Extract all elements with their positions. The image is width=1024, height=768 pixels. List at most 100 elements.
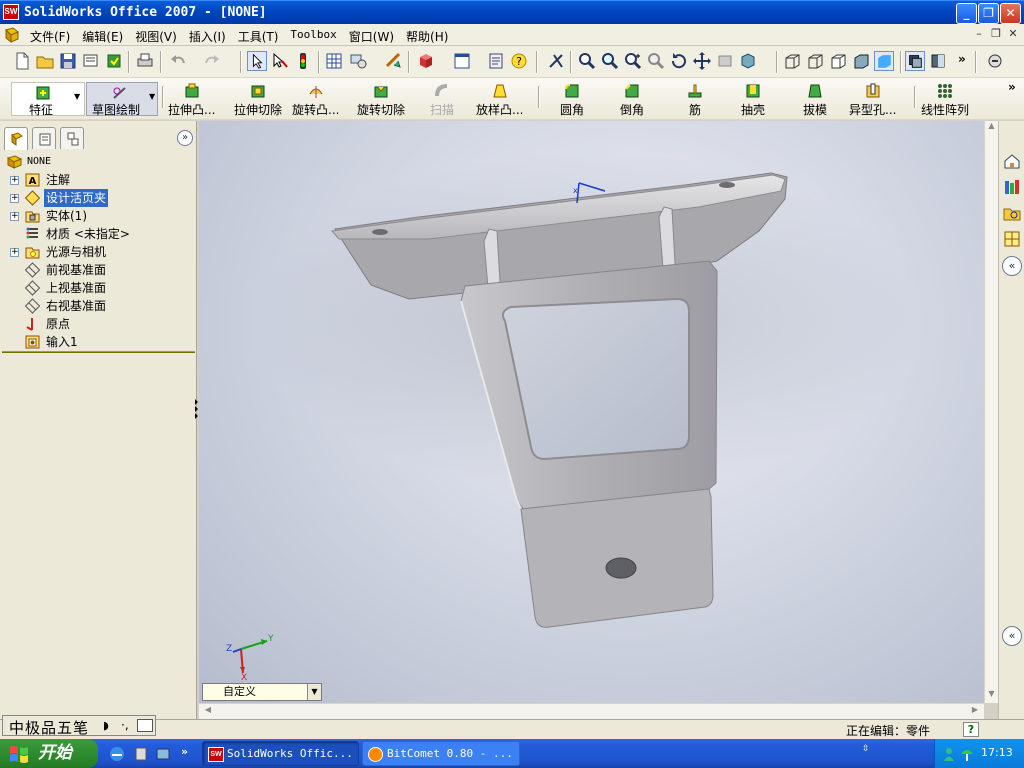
- tree-node-design-binder[interactable]: + 设计活页夹: [2, 189, 195, 207]
- tree-root[interactable]: NONE: [2, 153, 195, 171]
- tree-node-front-plane[interactable]: 前视基准面: [2, 261, 195, 279]
- ime-keyboard-icon[interactable]: [137, 719, 153, 732]
- previous-view-icon[interactable]: [715, 51, 735, 71]
- features-dropdown-icon[interactable]: ▼: [74, 92, 80, 101]
- zoom-to-fit-icon[interactable]: [577, 51, 597, 71]
- dropdown-arrow-icon[interactable]: ▼: [307, 684, 321, 700]
- hole-wizard-button[interactable]: 异型孔...: [849, 80, 896, 118]
- section-view-icon[interactable]: [928, 51, 948, 71]
- tray-arrow-icon[interactable]: ⇳: [862, 744, 870, 754]
- tree-node-origin[interactable]: 原点: [2, 315, 195, 333]
- start-button[interactable]: 开始: [0, 739, 98, 768]
- select-arrow-icon[interactable]: [247, 51, 267, 71]
- loft-button[interactable]: 放样凸...: [476, 80, 523, 118]
- fillet-button[interactable]: 圆角: [560, 80, 584, 118]
- shaded-with-edges-icon[interactable]: [851, 51, 871, 71]
- menu-insert[interactable]: 插入(I): [183, 27, 232, 46]
- messenger-icon[interactable]: [941, 746, 957, 762]
- file-explorer-icon[interactable]: [1002, 203, 1022, 223]
- taskbar-item-bitcomet[interactable]: BitComet 0.80 - ...: [362, 741, 520, 766]
- tree-node-imported1[interactable]: 输入1: [2, 333, 195, 351]
- solidworks-app-icon[interactable]: SW: [3, 4, 19, 20]
- view-orientation-dropdown[interactable]: 自定义 ▼: [202, 683, 322, 701]
- zoom-to-selection-icon[interactable]: [646, 51, 666, 71]
- expand-task-pane-chevron-icon[interactable]: «: [1002, 626, 1022, 646]
- shell-button[interactable]: 抽壳: [741, 80, 765, 118]
- zoom-in-out-icon[interactable]: [623, 51, 643, 71]
- hidden-lines-removed-icon[interactable]: [828, 51, 848, 71]
- tab-feature-manager[interactable]: [4, 127, 28, 150]
- horizontal-scrollbar[interactable]: ◀ ▶: [199, 703, 984, 719]
- vertical-scrollbar[interactable]: ▲ ▼: [984, 121, 998, 703]
- new-document-icon[interactable]: [12, 51, 32, 71]
- title-bar[interactable]: SW SolidWorks Office 2007 - [NONE] _ ❐ ✕: [0, 0, 1024, 24]
- shaded-icon[interactable]: [874, 51, 894, 71]
- menu-file[interactable]: 文件(F): [24, 27, 76, 46]
- help-icon[interactable]: ?: [509, 51, 529, 71]
- home-icon[interactable]: [1002, 151, 1022, 171]
- rib-button[interactable]: 筋: [686, 80, 704, 118]
- sweep-button[interactable]: 扫描: [430, 80, 454, 118]
- show-desktop-icon[interactable]: [154, 745, 172, 763]
- minimize-button[interactable]: _: [956, 3, 977, 24]
- status-help-icon[interactable]: ?: [963, 722, 979, 737]
- rebuild-icon[interactable]: [104, 51, 124, 71]
- view-layout-icon[interactable]: [452, 51, 472, 71]
- print-icon[interactable]: [135, 51, 155, 71]
- collapse-task-pane-chevron-icon[interactable]: «: [1002, 256, 1022, 276]
- expand-icon[interactable]: +: [10, 176, 19, 185]
- quicklaunch-overflow-chevron-icon[interactable]: »: [181, 745, 188, 758]
- select-filter-icon[interactable]: [270, 51, 290, 71]
- undo-icon[interactable]: [168, 51, 188, 71]
- network-icon[interactable]: [959, 746, 975, 762]
- close-button[interactable]: ✕: [1000, 3, 1021, 24]
- properties-icon[interactable]: [486, 51, 506, 71]
- standard-views-icon[interactable]: [738, 51, 758, 71]
- menu-window[interactable]: 窗口(W): [343, 27, 400, 46]
- axis-triad[interactable]: [232, 639, 268, 674]
- design-library-icon[interactable]: [1002, 177, 1022, 197]
- expand-icon[interactable]: +: [10, 194, 19, 203]
- zoom-to-area-icon[interactable]: [600, 51, 620, 71]
- doc-close-button[interactable]: ✕: [1006, 27, 1020, 42]
- chamfer-button[interactable]: 倒角: [620, 80, 644, 118]
- extruded-cut-button[interactable]: 拉伸切除: [234, 80, 282, 118]
- toolbar-overflow-chevron-icon[interactable]: »: [958, 52, 966, 66]
- internet-explorer-icon[interactable]: [108, 745, 126, 763]
- tab-property-manager[interactable]: [32, 127, 56, 149]
- scroll-down-icon[interactable]: ▼: [985, 689, 998, 703]
- traffic-light-icon[interactable]: [293, 51, 313, 71]
- sketch-tab[interactable]: 草图绘制 ▼: [86, 82, 158, 117]
- rotate-view-icon[interactable]: [669, 51, 689, 71]
- revolved-boss-button[interactable]: 旋转凸...: [292, 80, 339, 118]
- features-tab[interactable]: 特征 ▼: [11, 82, 85, 117]
- print-preview-icon[interactable]: [81, 51, 101, 71]
- toolbox-icon[interactable]: [985, 51, 1005, 71]
- tree-node-solid-bodies[interactable]: + 实体(1): [2, 207, 195, 225]
- redo-icon[interactable]: [202, 51, 222, 71]
- tree-node-right-plane[interactable]: 右视基准面: [2, 297, 195, 315]
- taskbar-item-solidworks[interactable]: SW SolidWorks Offic...: [202, 741, 359, 766]
- expand-icon[interactable]: +: [10, 248, 19, 257]
- tree-node-material[interactable]: 材质 <未指定>: [2, 225, 195, 243]
- ime-toolbar[interactable]: 中极品五笔 ◗ ·,: [2, 715, 156, 737]
- scroll-up-icon[interactable]: ▲: [985, 121, 998, 135]
- measure-icon[interactable]: [384, 51, 404, 71]
- wireframe-icon[interactable]: [782, 51, 802, 71]
- doc-restore-button[interactable]: ❐: [989, 27, 1003, 42]
- part-document-icon[interactable]: [3, 26, 21, 44]
- ime-punctuation-icon[interactable]: ·,: [121, 718, 129, 732]
- restore-button[interactable]: ❐: [978, 3, 999, 24]
- draft-button[interactable]: 拔模: [803, 80, 827, 118]
- commandmanager-overflow-chevron-icon[interactable]: »: [1008, 80, 1016, 94]
- extruded-boss-button[interactable]: 拉伸凸...: [168, 80, 215, 118]
- scroll-right-icon[interactable]: ▶: [968, 705, 982, 718]
- graphics-area[interactable]: x Y X Z 自定义 ▼: [199, 121, 984, 703]
- tree-node-lights-cameras[interactable]: + 光源与相机: [2, 243, 195, 261]
- open-folder-icon[interactable]: [35, 51, 55, 71]
- save-icon[interactable]: [58, 51, 78, 71]
- menu-tools[interactable]: 工具(T): [232, 27, 285, 46]
- appearance-cube-icon[interactable]: [416, 51, 436, 71]
- sketch-relation-icon[interactable]: [546, 51, 566, 71]
- tree-node-annotations[interactable]: + A 注解: [2, 171, 195, 189]
